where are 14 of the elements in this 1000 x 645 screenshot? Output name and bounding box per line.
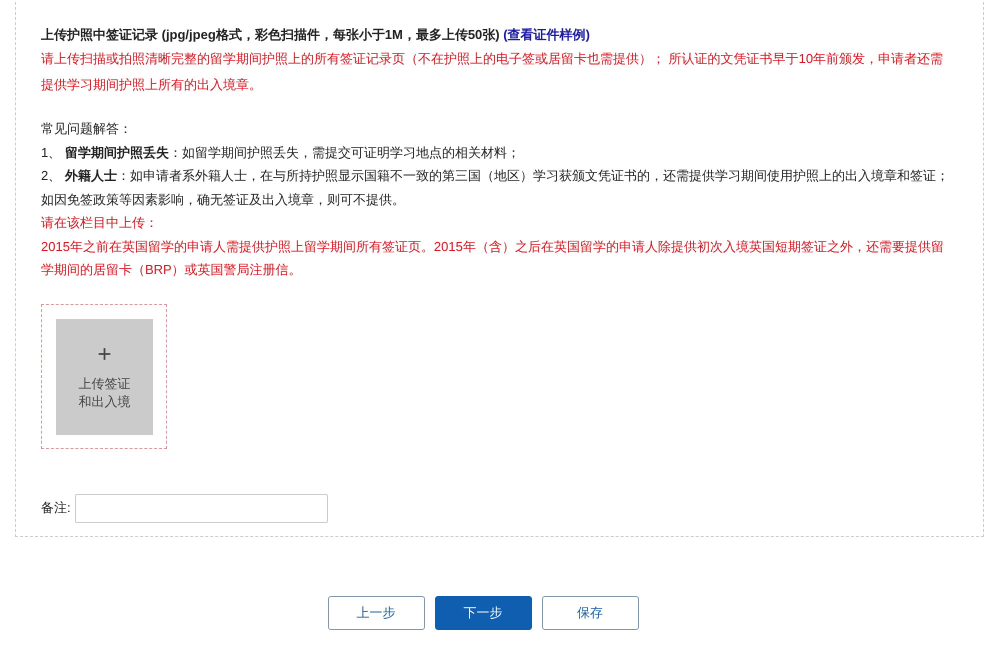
remark-label: 备注: [41,499,71,517]
upload-hint-text: 2015年之前在英国留学的申请人需提供护照上留学期间所有签证页。2015年（含）之后在英国留学的申请人除提供初次入境英国短期签证之外，还需要提供留学期间的居留卡（BRP）或英国警局注册信。 [41,238,945,279]
remark-field[interactable] [74,494,328,522]
sample-link[interactable]: (查看证件样例) [503,27,590,42]
upload-hint-title: 请在该栏目中上传： [41,214,159,232]
faq-item: 1、 留学期间护照丢失：如留学期间护照丢失，需提交可证明学习地点的相关材料； [41,144,521,162]
faq-title: 常见问题解答： [41,120,133,138]
step-button[interactable]: 保存 [542,596,638,630]
upload-tile[interactable]: + 上传签证和出入境 [56,318,153,434]
faq-item: 2、 外籍人士：如申请者系外籍人士，在与所持护照显示国籍不一致的第三国（地区）学习获颁文凭证书的，还需提供学习期间使用护照上的出入境章和签证；如因免签政策等因素影响，确无签证及出入境章，则可不提供。 [41,167,950,208]
step-button[interactable]: 上一步 [328,596,424,630]
upload-title: 上传护照中签证记录 (jpg/jpeg格式，彩色扫描件，每张小于1M，最多上传50张) [41,27,500,42]
next-button[interactable]: 下一步 [434,596,532,630]
notice-text: 请上传扫描或拍照清晰完整的留学期间护照上的所有签证记录页（不在护照上的电子签或居留卡也需提供）； 所认证的文凭证书早于10年前颁发，申请者还需提供学习期间护照上所有的出入境章。 [41,50,944,94]
